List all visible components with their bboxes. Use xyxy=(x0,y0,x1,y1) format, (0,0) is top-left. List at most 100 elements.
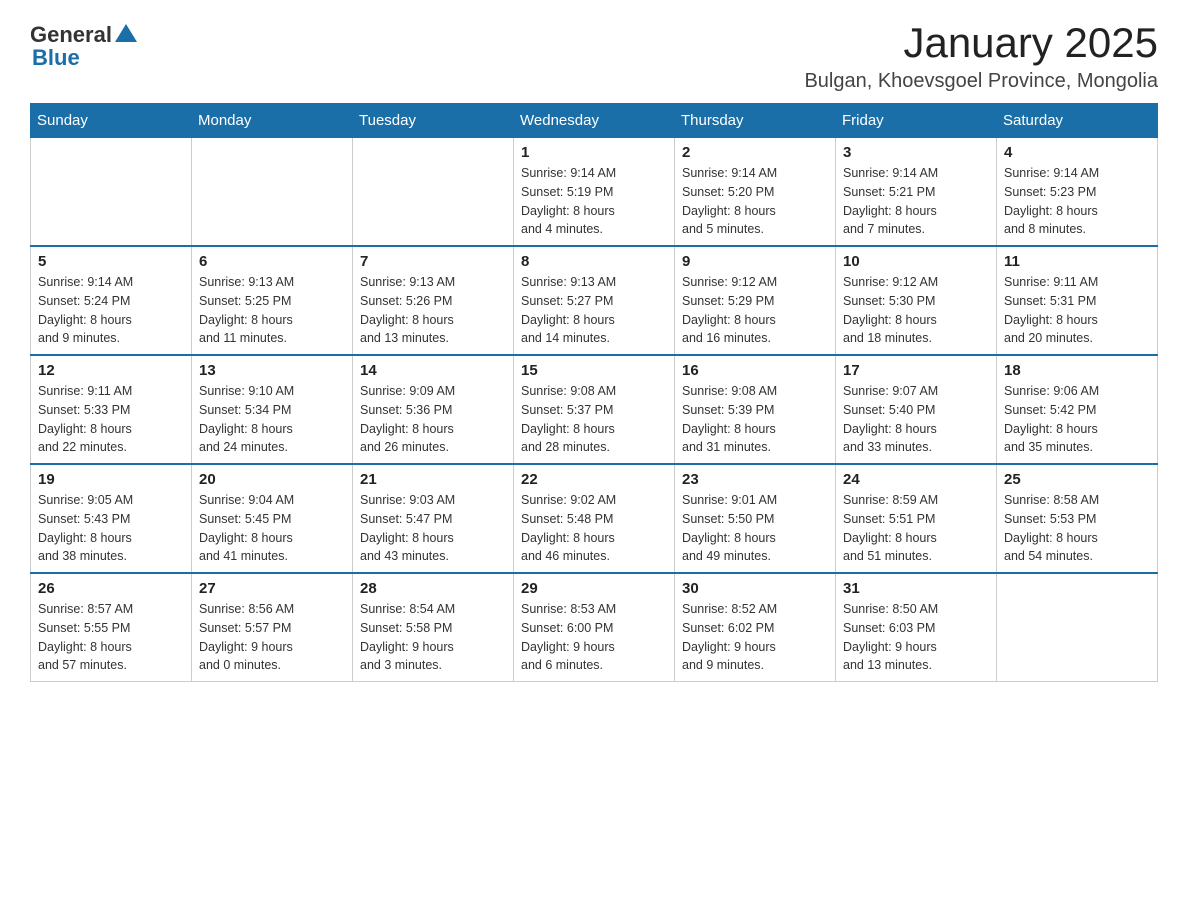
day-info: Sunrise: 9:14 AM Sunset: 5:20 PM Dayligh… xyxy=(682,164,828,239)
day-number: 15 xyxy=(521,362,667,379)
day-number: 23 xyxy=(682,471,828,488)
calendar-cell: 30Sunrise: 8:52 AM Sunset: 6:02 PM Dayli… xyxy=(675,573,836,682)
day-info: Sunrise: 8:54 AM Sunset: 5:58 PM Dayligh… xyxy=(360,600,506,675)
day-number: 1 xyxy=(521,144,667,161)
calendar-cell: 1 Sunrise: 9:14 AM Sunset: 5:19 PM Daylig… xyxy=(514,138,675,247)
location-title: Bulgan, Khoevsgoel Province, Mongolia xyxy=(804,70,1158,93)
day-header-friday: Friday xyxy=(836,104,997,138)
day-number: 26 xyxy=(38,580,184,597)
day-number: 6 xyxy=(199,253,345,270)
logo-text-general: General xyxy=(30,22,112,48)
day-info: Sunrise: 9:08 AM Sunset: 5:39 PM Dayligh… xyxy=(682,382,828,457)
day-info: Sunrise: 8:53 AM Sunset: 6:00 PM Dayligh… xyxy=(521,600,667,675)
calendar-cell: 23Sunrise: 9:01 AM Sunset: 5:50 PM Dayli… xyxy=(675,464,836,573)
calendar-cell: 15Sunrise: 9:08 AM Sunset: 5:37 PM Dayli… xyxy=(514,355,675,464)
calendar-cell: 4 Sunrise: 9:14 AM Sunset: 5:23 PM Daylig… xyxy=(997,138,1158,247)
calendar-cell: 29 Sunrise: 8:53 AM Sunset: 6:00 PM Dayli… xyxy=(514,573,675,682)
day-info: Sunrise: 9:09 AM Sunset: 5:36 PM Dayligh… xyxy=(360,382,506,457)
calendar-cell: 19Sunrise: 9:05 AM Sunset: 5:43 PM Dayli… xyxy=(31,464,192,573)
calendar-cell: 31 Sunrise: 8:50 AM Sunset: 6:03 PM Dayli… xyxy=(836,573,997,682)
day-info: Sunrise: 9:13 AM Sunset: 5:25 PM Dayligh… xyxy=(199,273,345,348)
day-number: 16 xyxy=(682,362,828,379)
day-number: 7 xyxy=(360,253,506,270)
day-number: 13 xyxy=(199,362,345,379)
calendar-cell xyxy=(192,138,353,247)
day-info: Sunrise: 9:04 AM Sunset: 5:45 PM Dayligh… xyxy=(199,491,345,566)
week-row-4: 26 Sunrise: 8:57 AM Sunset: 5:55 PM Dayli… xyxy=(31,573,1158,682)
week-row-0: 1 Sunrise: 9:14 AM Sunset: 5:19 PM Daylig… xyxy=(31,138,1158,247)
day-info: Sunrise: 9:02 AM Sunset: 5:48 PM Dayligh… xyxy=(521,491,667,566)
day-number: 31 xyxy=(843,580,989,597)
day-number: 5 xyxy=(38,253,184,270)
day-info: Sunrise: 9:13 AM Sunset: 5:26 PM Dayligh… xyxy=(360,273,506,348)
day-number: 9 xyxy=(682,253,828,270)
day-info: Sunrise: 8:59 AM Sunset: 5:51 PM Dayligh… xyxy=(843,491,989,566)
logo-triangle-icon xyxy=(115,22,137,44)
day-info: Sunrise: 9:11 AM Sunset: 5:33 PM Dayligh… xyxy=(38,382,184,457)
day-number: 27 xyxy=(199,580,345,597)
day-header-monday: Monday xyxy=(192,104,353,138)
week-row-1: 5 Sunrise: 9:14 AM Sunset: 5:24 PM Daylig… xyxy=(31,246,1158,355)
day-number: 21 xyxy=(360,471,506,488)
day-number: 3 xyxy=(843,144,989,161)
day-info: Sunrise: 9:10 AM Sunset: 5:34 PM Dayligh… xyxy=(199,382,345,457)
day-header-thursday: Thursday xyxy=(675,104,836,138)
calendar-cell: 3 Sunrise: 9:14 AM Sunset: 5:21 PM Daylig… xyxy=(836,138,997,247)
day-info: Sunrise: 8:50 AM Sunset: 6:03 PM Dayligh… xyxy=(843,600,989,675)
day-number: 2 xyxy=(682,144,828,161)
day-info: Sunrise: 8:57 AM Sunset: 5:55 PM Dayligh… xyxy=(38,600,184,675)
calendar-cell: 13 Sunrise: 9:10 AM Sunset: 5:34 PM Dayli… xyxy=(192,355,353,464)
calendar-cell: 5 Sunrise: 9:14 AM Sunset: 5:24 PM Daylig… xyxy=(31,246,192,355)
calendar-cell: 18 Sunrise: 9:06 AM Sunset: 5:42 PM Dayli… xyxy=(997,355,1158,464)
day-number: 22 xyxy=(521,471,667,488)
day-info: Sunrise: 8:58 AM Sunset: 5:53 PM Dayligh… xyxy=(1004,491,1150,566)
calendar-body: 1 Sunrise: 9:14 AM Sunset: 5:19 PM Daylig… xyxy=(31,138,1158,682)
calendar-cell: 17Sunrise: 9:07 AM Sunset: 5:40 PM Dayli… xyxy=(836,355,997,464)
day-info: Sunrise: 9:06 AM Sunset: 5:42 PM Dayligh… xyxy=(1004,382,1150,457)
calendar-cell: 7 Sunrise: 9:13 AM Sunset: 5:26 PM Daylig… xyxy=(353,246,514,355)
calendar-cell: 24Sunrise: 8:59 AM Sunset: 5:51 PM Dayli… xyxy=(836,464,997,573)
calendar-cell: 9 Sunrise: 9:12 AM Sunset: 5:29 PM Daylig… xyxy=(675,246,836,355)
day-info: Sunrise: 8:56 AM Sunset: 5:57 PM Dayligh… xyxy=(199,600,345,675)
day-info: Sunrise: 9:14 AM Sunset: 5:24 PM Dayligh… xyxy=(38,273,184,348)
day-number: 14 xyxy=(360,362,506,379)
page-header: General Blue January 2025 Bulgan, Khoevs… xyxy=(30,20,1158,93)
calendar-table: SundayMondayTuesdayWednesdayThursdayFrid… xyxy=(30,103,1158,682)
day-number: 20 xyxy=(199,471,345,488)
calendar-cell: 11Sunrise: 9:11 AM Sunset: 5:31 PM Dayli… xyxy=(997,246,1158,355)
day-info: Sunrise: 9:05 AM Sunset: 5:43 PM Dayligh… xyxy=(38,491,184,566)
day-number: 4 xyxy=(1004,144,1150,161)
calendar-cell: 6 Sunrise: 9:13 AM Sunset: 5:25 PM Daylig… xyxy=(192,246,353,355)
day-header-row: SundayMondayTuesdayWednesdayThursdayFrid… xyxy=(31,104,1158,138)
week-row-2: 12 Sunrise: 9:11 AM Sunset: 5:33 PM Dayli… xyxy=(31,355,1158,464)
day-header-sunday: Sunday xyxy=(31,104,192,138)
logo-text-blue: Blue xyxy=(32,45,80,71)
day-number: 18 xyxy=(1004,362,1150,379)
calendar-cell: 2 Sunrise: 9:14 AM Sunset: 5:20 PM Daylig… xyxy=(675,138,836,247)
day-info: Sunrise: 8:52 AM Sunset: 6:02 PM Dayligh… xyxy=(682,600,828,675)
day-header-saturday: Saturday xyxy=(997,104,1158,138)
calendar-cell: 16 Sunrise: 9:08 AM Sunset: 5:39 PM Dayli… xyxy=(675,355,836,464)
day-info: Sunrise: 9:07 AM Sunset: 5:40 PM Dayligh… xyxy=(843,382,989,457)
day-number: 29 xyxy=(521,580,667,597)
day-info: Sunrise: 9:14 AM Sunset: 5:21 PM Dayligh… xyxy=(843,164,989,239)
calendar-header: SundayMondayTuesdayWednesdayThursdayFrid… xyxy=(31,104,1158,138)
day-info: Sunrise: 9:14 AM Sunset: 5:19 PM Dayligh… xyxy=(521,164,667,239)
logo: General Blue xyxy=(30,20,137,71)
day-info: Sunrise: 9:12 AM Sunset: 5:29 PM Dayligh… xyxy=(682,273,828,348)
day-number: 25 xyxy=(1004,471,1150,488)
week-row-3: 19Sunrise: 9:05 AM Sunset: 5:43 PM Dayli… xyxy=(31,464,1158,573)
day-info: Sunrise: 9:03 AM Sunset: 5:47 PM Dayligh… xyxy=(360,491,506,566)
day-number: 12 xyxy=(38,362,184,379)
calendar-cell xyxy=(997,573,1158,682)
calendar-cell: 20 Sunrise: 9:04 AM Sunset: 5:45 PM Dayli… xyxy=(192,464,353,573)
day-info: Sunrise: 9:13 AM Sunset: 5:27 PM Dayligh… xyxy=(521,273,667,348)
calendar-cell: 25 Sunrise: 8:58 AM Sunset: 5:53 PM Dayli… xyxy=(997,464,1158,573)
day-number: 11 xyxy=(1004,253,1150,270)
day-number: 10 xyxy=(843,253,989,270)
calendar-cell: 28Sunrise: 8:54 AM Sunset: 5:58 PM Dayli… xyxy=(353,573,514,682)
day-info: Sunrise: 9:14 AM Sunset: 5:23 PM Dayligh… xyxy=(1004,164,1150,239)
calendar-cell: 12 Sunrise: 9:11 AM Sunset: 5:33 PM Dayli… xyxy=(31,355,192,464)
day-header-tuesday: Tuesday xyxy=(353,104,514,138)
calendar-cell: 8Sunrise: 9:13 AM Sunset: 5:27 PM Daylig… xyxy=(514,246,675,355)
